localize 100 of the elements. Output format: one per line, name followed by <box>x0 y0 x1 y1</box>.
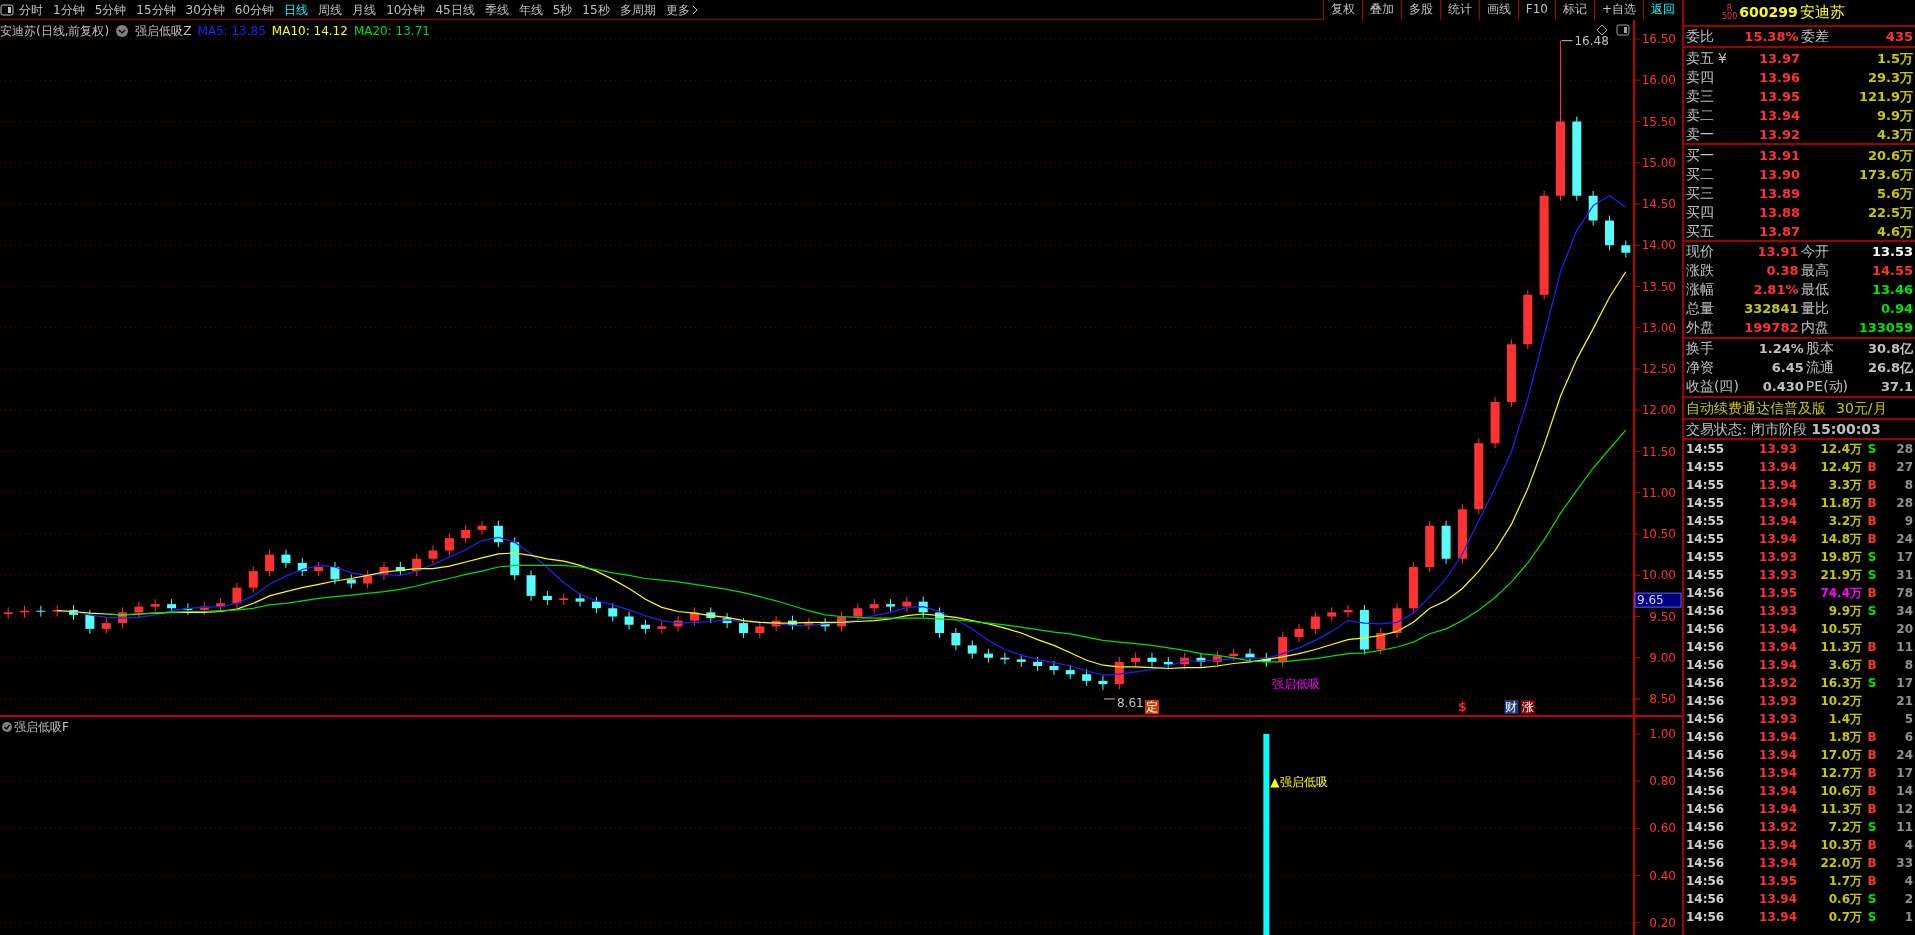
axis-label: 11.50 <box>1641 444 1676 459</box>
trade-count: 20 <box>1895 621 1913 638</box>
trade-count: 1 <box>1903 909 1913 926</box>
trade-time: 14:56 <box>1685 891 1726 908</box>
order-volume: 121.9万 <box>1857 87 1913 106</box>
field-label: 卖二 <box>1686 106 1714 125</box>
order-volume: 20.6万 <box>1866 146 1913 165</box>
trade-time: 14:55 <box>1685 549 1726 566</box>
trade-time: 14:56 <box>1685 801 1726 818</box>
trade-volume: 12.7万 <box>1819 765 1862 782</box>
field-label: 现价 <box>1685 242 1714 261</box>
trade-time: 14:56 <box>1685 657 1726 674</box>
trade-price: 13.92 <box>1758 675 1797 692</box>
trade-time: 14:56 <box>1685 855 1726 872</box>
trade-count: 78 <box>1895 585 1913 602</box>
trade-volume: 3.2万 <box>1827 513 1862 530</box>
badge-letter: R <box>1726 4 1733 13</box>
trade-price: 13.94 <box>1758 783 1797 800</box>
trade-count: 28 <box>1895 441 1913 458</box>
trade-price: 13.94 <box>1758 855 1797 872</box>
trade-side: B <box>1867 478 1877 492</box>
axis-label: 10.00 <box>1641 568 1676 583</box>
trade-price: 13.94 <box>1758 495 1797 512</box>
trade-time: 14:56 <box>1685 837 1726 854</box>
trade-side: S <box>1867 676 1877 690</box>
trade-time: 14:56 <box>1685 585 1726 602</box>
field-label: 卖四 <box>1686 68 1714 87</box>
status-label: 交易状态: 闭市阶段 <box>1686 419 1808 439</box>
trade-count: 5 <box>1903 711 1913 728</box>
field-label: 委比 <box>1685 27 1714 46</box>
trade-time: 14:56 <box>1685 639 1726 656</box>
field-value: 332841 <box>1743 299 1799 318</box>
field-label: 最高 <box>1799 261 1829 280</box>
trade-count: 33 <box>1895 855 1913 872</box>
trade-time: 14:55 <box>1685 459 1726 476</box>
trade-volume: 21.9万 <box>1819 567 1862 584</box>
axis-label: 9.00 <box>1649 650 1676 665</box>
trade-price: 13.93 <box>1758 693 1797 710</box>
trade-side: B <box>1867 496 1877 510</box>
badge-number: 500 <box>1722 12 1738 21</box>
signal-label: ▲强启低吸 <box>1270 775 1328 790</box>
field-label: 股本 <box>1804 339 1835 358</box>
order-price: 13.97 <box>1757 49 1800 68</box>
axis-label: 14.00 <box>1641 238 1676 253</box>
trade-time: 14:56 <box>1685 675 1726 692</box>
trade-time: 14:56 <box>1685 711 1726 728</box>
trade-count: 17 <box>1895 675 1913 692</box>
trade-time: 14:56 <box>1685 747 1726 764</box>
trade-volume: 74.4万 <box>1819 585 1862 602</box>
trade-volume: 10.3万 <box>1819 837 1862 854</box>
field-label: 委差 <box>1799 27 1829 46</box>
trade-volume: 0.6万 <box>1827 891 1862 908</box>
trade-side: S <box>1867 604 1877 618</box>
axis-label: 0.40 <box>1649 868 1676 883</box>
trade-volume: 1.8万 <box>1827 729 1862 746</box>
field-value: 14.55 <box>1870 261 1913 280</box>
trade-volume: 3.3万 <box>1827 477 1862 494</box>
trade-price: 13.94 <box>1758 837 1797 854</box>
field-label: 买四 <box>1686 203 1714 222</box>
trade-count: 4 <box>1903 873 1913 890</box>
trade-side: B <box>1867 766 1877 780</box>
axis-label: 13.50 <box>1641 279 1676 294</box>
trade-time: 14:55 <box>1685 477 1726 494</box>
axis-label: 12.50 <box>1641 362 1676 376</box>
trade-price: 13.94 <box>1758 801 1797 818</box>
field-label: 换手 <box>1685 339 1715 358</box>
trade-price: 13.94 <box>1758 765 1797 782</box>
trade-side: B <box>1867 802 1877 816</box>
trade-volume: 17.0万 <box>1819 747 1862 764</box>
trade-count: 8 <box>1903 477 1913 494</box>
cursor-price-label: 9.65 <box>1634 592 1682 608</box>
trade-time: 14:56 <box>1685 693 1726 710</box>
trade-side: S <box>1867 910 1877 924</box>
trade-count: 17 <box>1895 549 1913 566</box>
trade-price: 13.93 <box>1758 567 1797 584</box>
field-label: 卖五 <box>1686 49 1714 68</box>
stock-code: 600299 <box>1739 3 1798 22</box>
trade-count: 14 <box>1895 783 1913 800</box>
field-label: 总量 <box>1685 299 1714 318</box>
trade-side: B <box>1867 730 1877 744</box>
field-label: 今开 <box>1799 242 1829 261</box>
field-label: 最低 <box>1799 280 1829 299</box>
field-value: 0.430 <box>1761 377 1804 396</box>
field-value: 435 <box>1884 27 1913 46</box>
order-volume: 4.3万 <box>1875 125 1913 144</box>
field-label: 内盘 <box>1799 318 1829 337</box>
trade-side: B <box>1867 874 1877 888</box>
price-label: 8.61 <box>1116 695 1144 710</box>
trade-count: 21 <box>1895 693 1913 710</box>
field-value: 2.81% <box>1752 280 1799 299</box>
axis-label: 11.00 <box>1641 485 1676 500</box>
trade-count: 34 <box>1895 603 1913 620</box>
trade-price: 13.94 <box>1758 639 1797 656</box>
trade-count: 11 <box>1895 639 1913 656</box>
trade-volume: 10.5万 <box>1819 621 1862 638</box>
field-label: 量比 <box>1799 299 1829 318</box>
trade-count: 9 <box>1903 513 1913 530</box>
trade-count: 11 <box>1895 819 1913 836</box>
trade-price: 13.92 <box>1758 819 1797 836</box>
trade-side: S <box>1867 550 1877 564</box>
